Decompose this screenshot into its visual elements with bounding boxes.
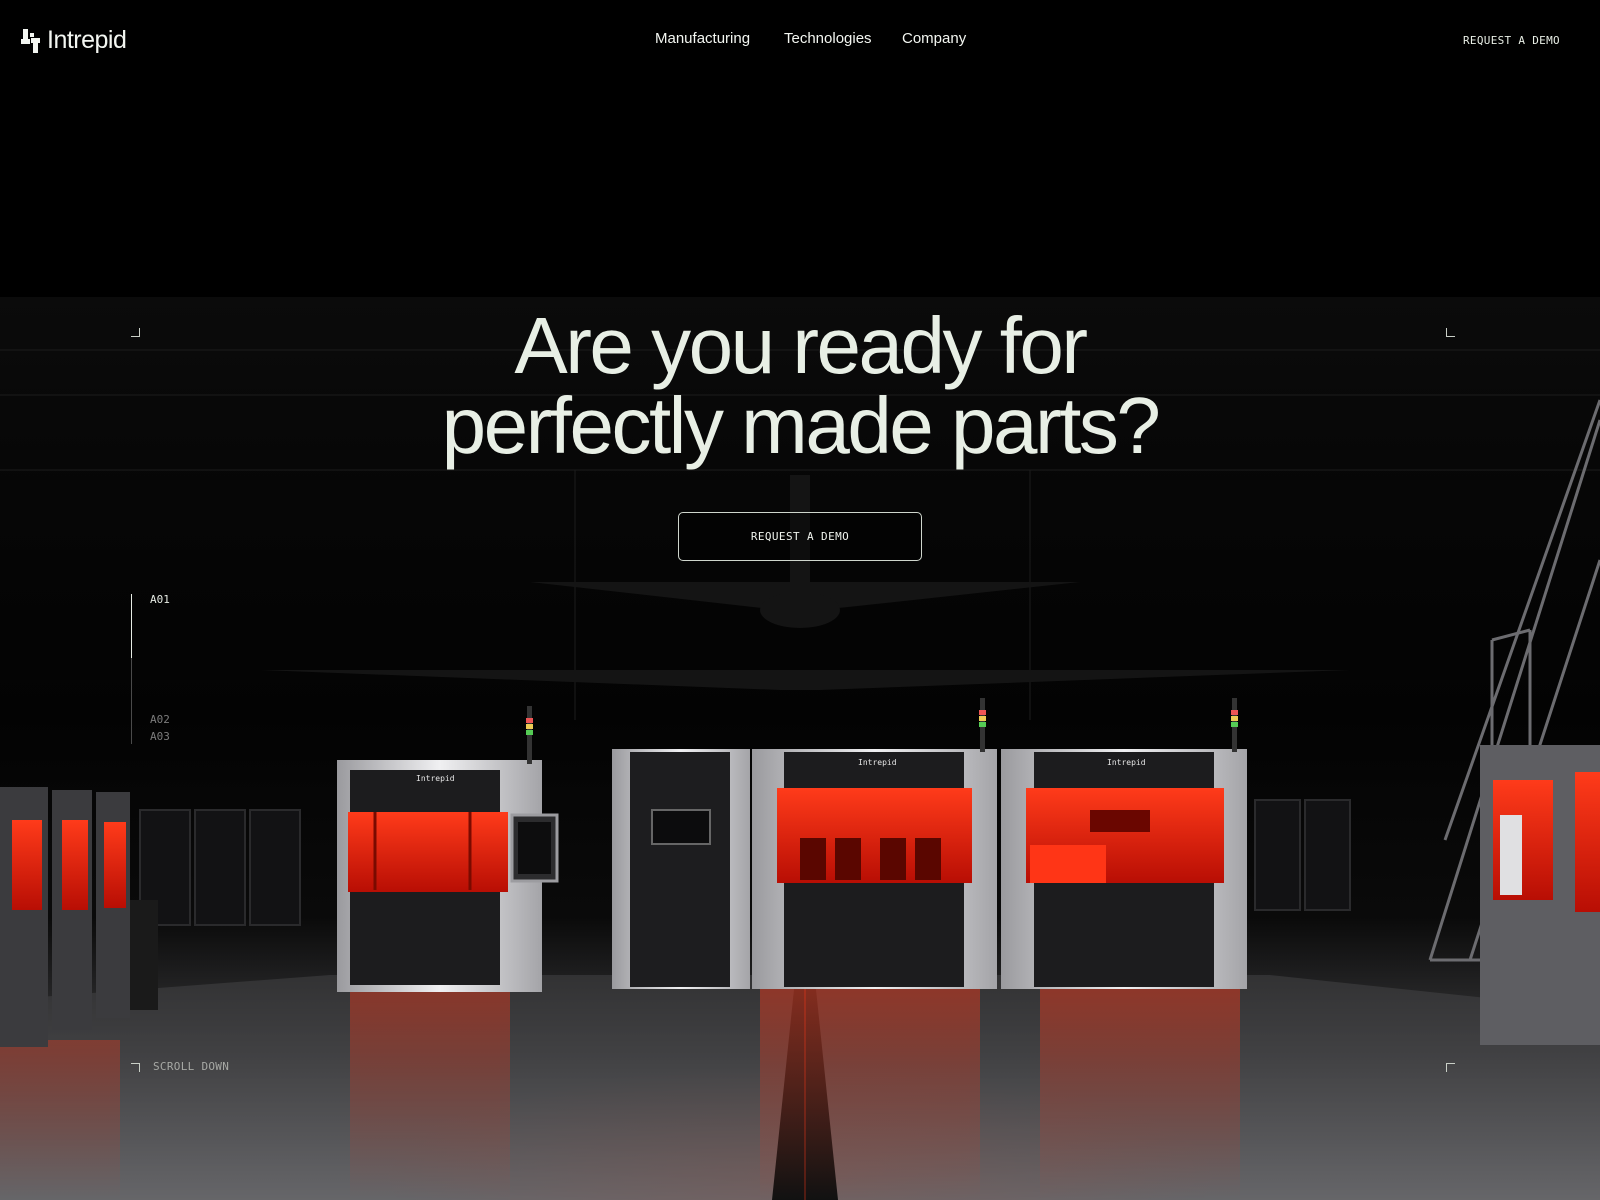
- corner-tick-top-right: [1446, 328, 1455, 337]
- scroll-down-label[interactable]: SCROLL DOWN: [153, 1060, 229, 1073]
- headline-line-2: perfectly made parts?: [441, 381, 1161, 470]
- section-index-a02[interactable]: A02: [150, 713, 170, 726]
- section-progress-indicator: [131, 594, 132, 658]
- nav-item-company[interactable]: Company: [902, 30, 966, 47]
- corner-tick-top-left: [131, 328, 140, 337]
- machine-3: [752, 698, 997, 989]
- corner-tick-bottom-right: [1446, 1063, 1455, 1072]
- section-progress-track: [131, 594, 132, 744]
- machine-brand-label: Intrepid: [858, 758, 897, 767]
- machine-brand-label: Intrepid: [1107, 758, 1146, 767]
- machine-2: [612, 749, 750, 989]
- machine-4: [1001, 698, 1247, 989]
- nav-item-technologies[interactable]: Technologies: [784, 30, 872, 47]
- header-request-demo-link[interactable]: REQUEST A DEMO: [1463, 34, 1560, 47]
- section-index-a01[interactable]: A01: [150, 593, 170, 606]
- machine-brand-label: Intrepid: [416, 774, 455, 783]
- main-nav: Manufacturing Technologies Company: [0, 30, 1600, 52]
- site-header: Intrepid Manufacturing Technologies Comp…: [0, 0, 1600, 80]
- right-cabinets: [1480, 745, 1600, 1045]
- hero-headline: Are you ready for perfectly made parts?: [0, 306, 1600, 466]
- headline-line-1: Are you ready for: [514, 301, 1088, 390]
- request-demo-button[interactable]: REQUEST A DEMO: [678, 512, 922, 561]
- corner-tick-bottom-left: [131, 1063, 140, 1072]
- left-cabinets: [0, 787, 158, 1047]
- section-index-a03[interactable]: A03: [150, 730, 170, 743]
- machine-1: [337, 706, 559, 992]
- nav-item-manufacturing[interactable]: Manufacturing: [655, 30, 750, 47]
